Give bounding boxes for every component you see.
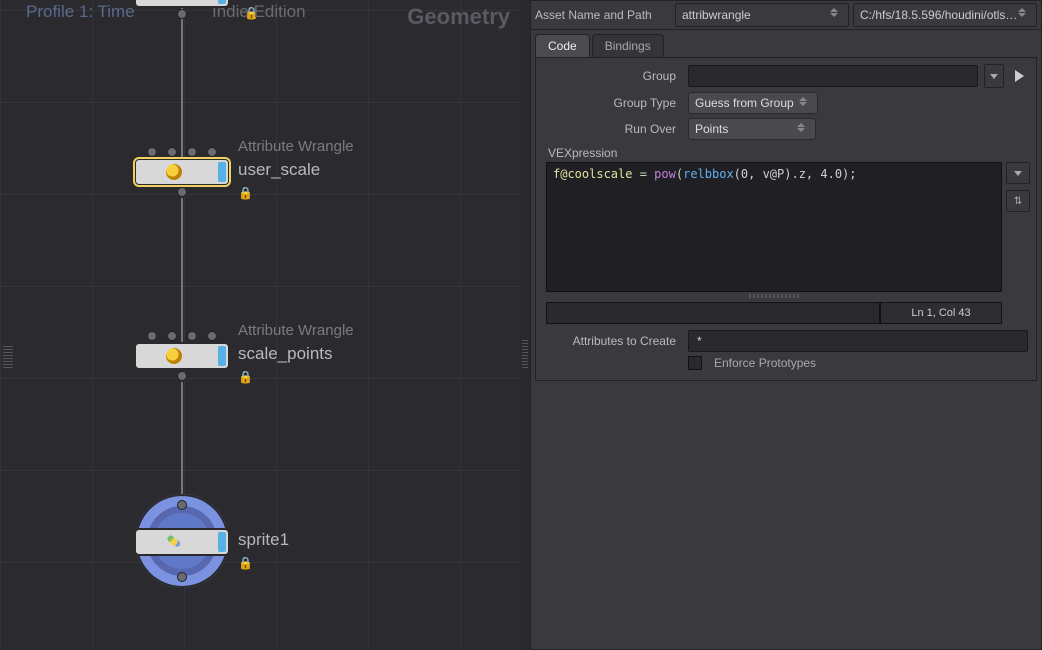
- input-port[interactable]: [147, 331, 157, 341]
- node-name-label: user_scale: [238, 160, 320, 180]
- network-view[interactable]: Profile 1: Time 🔒 Indie Edition Geometry…: [0, 0, 520, 650]
- context-label: Geometry: [407, 4, 510, 30]
- input-port[interactable]: [207, 147, 217, 157]
- node-type-label: Attribute Wrangle: [238, 322, 354, 339]
- asset-path-field[interactable]: C:/hfs/18.5.596/houdini/otls…: [853, 3, 1037, 27]
- asset-name-field[interactable]: attribwrangle: [675, 3, 849, 27]
- attrs-field[interactable]: [688, 330, 1028, 352]
- code-panel: Group Group Type Guess from Group: [535, 58, 1037, 381]
- asset-row: Asset Name and Path attribwrangle C:/hfs…: [531, 1, 1041, 30]
- empty-area: [531, 385, 1041, 649]
- output-port[interactable]: [177, 371, 187, 381]
- enforce-label: Enforce Prototypes: [714, 356, 816, 370]
- vex-code-editor[interactable]: f@coolscale = pow(relbbox(0, v@P).z, 4.0…: [546, 162, 1002, 292]
- lock-icon: 🔒: [238, 186, 253, 200]
- group-type-dropdown[interactable]: Guess from Group: [688, 92, 818, 114]
- code-status-field[interactable]: [546, 302, 880, 324]
- asset-label: Asset Name and Path: [535, 8, 671, 22]
- node-user-scale[interactable]: Attribute Wrangle user_scale 🔒: [134, 158, 230, 186]
- pane-splitter[interactable]: [520, 0, 530, 650]
- attrs-label: Attributes to Create: [544, 334, 682, 348]
- param-tabs: Code Bindings: [535, 34, 1037, 58]
- node-partial-top[interactable]: [134, 0, 230, 8]
- enforce-checkbox[interactable]: [688, 356, 702, 370]
- group-field[interactable]: [688, 65, 978, 87]
- vex-label: VEXpression: [540, 142, 1032, 162]
- input-port[interactable]: [147, 147, 157, 157]
- tab-bindings[interactable]: Bindings: [592, 34, 664, 57]
- input-port[interactable]: [167, 331, 177, 341]
- input-port[interactable]: [187, 331, 197, 341]
- input-port[interactable]: [187, 147, 197, 157]
- wrangle-icon: [166, 348, 182, 364]
- lock-icon: 🔒: [238, 370, 253, 384]
- code-slider-icon[interactable]: ⇅: [1006, 190, 1030, 212]
- node-sprite1[interactable]: sprite1 🔒: [134, 528, 230, 556]
- sprite-icon: [166, 534, 182, 550]
- input-port[interactable]: [177, 500, 187, 510]
- cursor-status: Ln 1, Col 43: [880, 302, 1002, 324]
- group-dropdown-icon[interactable]: [984, 64, 1004, 88]
- lock-icon: 🔒: [238, 556, 253, 570]
- tab-code[interactable]: Code: [535, 34, 590, 57]
- wrangle-icon: [166, 164, 182, 180]
- input-port[interactable]: [167, 147, 177, 157]
- run-over-label: Run Over: [544, 122, 682, 136]
- output-port[interactable]: [177, 572, 187, 582]
- attrs-input[interactable]: [695, 333, 1021, 349]
- input-port[interactable]: [207, 331, 217, 341]
- node-type-label: Attribute Wrangle: [238, 138, 354, 155]
- group-type-label: Group Type: [544, 96, 682, 110]
- left-gutter: [0, 0, 18, 650]
- group-play-icon[interactable]: [1010, 70, 1028, 82]
- node-name-label: sprite1: [238, 530, 289, 550]
- group-input[interactable]: [695, 68, 971, 84]
- node-name-label: scale_points: [238, 344, 333, 364]
- code-menu-icon[interactable]: [1006, 162, 1030, 184]
- code-resize-grip[interactable]: [546, 294, 1002, 300]
- run-over-dropdown[interactable]: Points: [688, 118, 816, 140]
- parameter-pane: Asset Name and Path attribwrangle C:/hfs…: [530, 0, 1042, 650]
- group-label: Group: [544, 69, 682, 83]
- node-scale-points[interactable]: Attribute Wrangle scale_points 🔒: [134, 342, 230, 370]
- output-port[interactable]: [177, 187, 187, 197]
- profile-label: Profile 1: Time: [26, 2, 135, 22]
